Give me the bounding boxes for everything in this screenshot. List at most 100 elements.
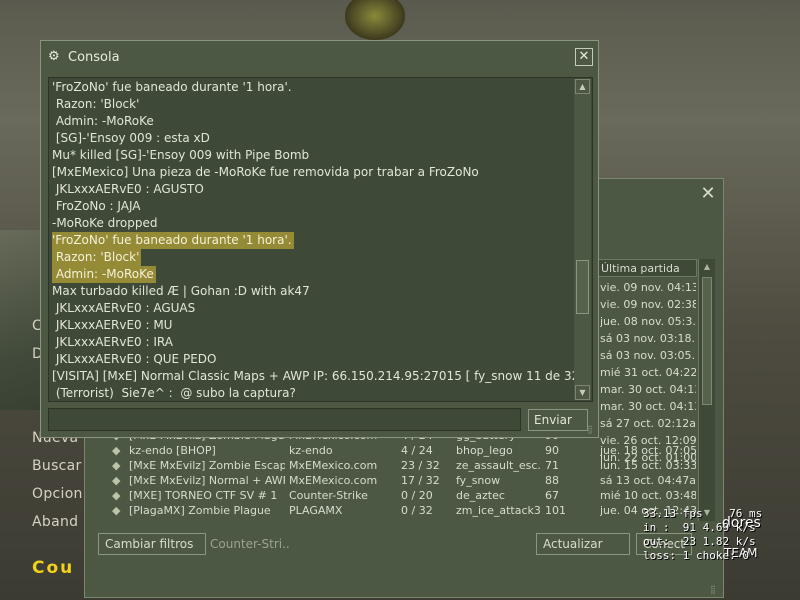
server-latency: 90 — [545, 444, 559, 457]
menu-item-find-servers[interactable]: Buscar — [32, 458, 82, 474]
console-scroll-up-icon[interactable]: ▲ — [575, 79, 590, 94]
last-played-cell[interactable]: vie. 09 nov. 02:38... — [600, 296, 696, 313]
server-players: 4 / 24 — [401, 444, 433, 457]
console-line: JKLxxxAERvE0 : QUE PEDO — [52, 352, 217, 366]
console-command-input[interactable] — [48, 408, 521, 431]
server-players: 17 / 32 — [401, 474, 440, 487]
browser-close-icon[interactable]: ✕ — [698, 184, 718, 204]
browser-resize-grip-icon[interactable]: ⣿ — [710, 585, 716, 594]
console-line: Razon: 'Block' — [52, 249, 572, 266]
server-map: fy_snow — [456, 474, 501, 487]
favorite-icon: ◆ — [112, 489, 121, 502]
send-button[interactable]: Enviar — [528, 409, 588, 431]
net-graph-loss: loss: 1 choke: 0 — [643, 549, 749, 562]
last-played-cell[interactable]: sá 03 nov. 03:05... — [600, 347, 696, 364]
net-graph-in: in : 91 4.69 k/s — [643, 521, 756, 534]
server-name: kz-endo [BHOP] — [129, 444, 216, 457]
scroll-up-icon[interactable]: ▲ — [699, 259, 715, 275]
server-players: 0 / 32 — [401, 504, 433, 517]
server-latency: 88 — [545, 474, 559, 487]
server-last: sá 13 oct. 04:47a... — [600, 474, 696, 487]
last-played-cell[interactable]: mar. 30 oct. 04:13... — [600, 381, 696, 398]
filter-game-label: Counter-Stri.. — [210, 537, 290, 551]
server-row[interactable]: ◆ [MXE] TORNEO CTF SV # 1 Counter-Strike 0 … — [108, 488, 698, 503]
menu-item-quit[interactable]: Aband — [32, 514, 78, 530]
server-latency: 71 — [545, 459, 559, 472]
browser-scrollbar[interactable]: ▲ ▼ — [698, 259, 715, 521]
server-game: MxEMexico.com — [289, 459, 378, 472]
console-close-icon[interactable]: ✕ — [575, 48, 593, 66]
server-map: zm_ice_attack3 — [456, 504, 541, 517]
console-line: [MxEMexico] Una pieza de -MoRoKe fue rem… — [52, 165, 479, 179]
console-line: FroZoNo : JAJA — [52, 199, 141, 213]
console-line: [VISITA] [MxE] Normal Classic Maps + AWP… — [52, 369, 588, 383]
server-row[interactable]: ◆ [PlagaMX] Zombie Plague PLAGAMX 0 / 32 zm_… — [108, 503, 698, 518]
last-played-cell[interactable]: vie. 09 nov. 04:13... — [600, 279, 696, 296]
server-last: mié 10 oct. 03:48a... — [600, 489, 696, 502]
last-played-cell[interactable]: sá 03 nov. 03:18... — [600, 330, 696, 347]
console-line: [SG]-'Ensoy 009 : esta xD — [52, 131, 210, 145]
console-window: ⚙ Consola ✕ 'FroZoNo' fue baneado durant… — [40, 40, 599, 438]
server-latency: 101 — [545, 504, 566, 517]
change-filters-button[interactable]: Cambiar filtros — [98, 533, 206, 555]
console-line: Max turbado killed Æ | Gohan :D with ak4… — [52, 284, 310, 298]
console-line-highlighted: Razon: 'Block' — [52, 249, 142, 266]
last-played-cell[interactable]: mar. 30 oct. 04:13... — [600, 398, 696, 415]
server-game: Counter-Strike — [289, 489, 368, 502]
favorite-icon: ◆ — [112, 459, 121, 472]
server-players: 23 / 32 — [401, 459, 440, 472]
server-list: ◆[MxE MxEvilz] Zombie Plague | TodasMxEM… — [108, 428, 698, 518]
server-map: de_aztec — [456, 489, 505, 502]
server-players: 0 / 20 — [401, 489, 433, 502]
console-output[interactable]: 'FroZoNo' fue baneado durante '1 hora'. … — [48, 77, 593, 402]
server-last: jue. 18 oct. 07:05... — [600, 444, 696, 457]
server-game: PLAGAMX — [289, 504, 343, 517]
net-graph-out: out: 23 1.82 k/s — [643, 535, 756, 548]
menu-item-options[interactable]: Opcion — [32, 486, 83, 502]
refresh-button[interactable]: Actualizar — [536, 533, 630, 555]
favorite-icon: ◆ — [112, 444, 121, 457]
column-header-last-played[interactable]: Última partida — [596, 259, 697, 277]
last-played-cell[interactable]: mié 31 oct. 04:22a... — [600, 364, 696, 381]
console-lines: 'FroZoNo' fue baneado durante '1 hora'. … — [52, 79, 588, 401]
server-game: MxEMexico.com — [289, 474, 378, 487]
console-resize-grip-icon[interactable]: ⣿ — [587, 425, 593, 434]
server-name: [MxE MxEvilz] Zombie Escape ... — [129, 459, 285, 472]
server-row[interactable]: ◆ [MxE MxEvilz] Normal + AWP ... MxEMexico… — [108, 473, 698, 488]
server-name: [PlagaMX] Zombie Plague — [129, 504, 271, 517]
console-line: JKLxxxAERvE0 : IRA — [52, 335, 173, 349]
console-titlebar[interactable]: ⚙ Consola ✕ — [41, 41, 598, 73]
console-title: Consola — [68, 50, 120, 65]
console-line: Mu* killed [SG]-'Ensoy 009 with Pipe Bom… — [52, 148, 310, 162]
favorite-icon: ◆ — [112, 504, 121, 517]
server-name: [MXE] TORNEO CTF SV # 1 — [129, 489, 278, 502]
steam-icon: ⚙ — [48, 49, 60, 64]
net-graph: 33.13 fps 76 ms in : 91 4.69 k/s out: 23 1… — [643, 507, 762, 563]
console-scroll-thumb[interactable] — [576, 260, 589, 314]
console-scrollbar[interactable]: ▲ ▼ — [574, 79, 591, 400]
server-latency: 67 — [545, 489, 559, 502]
net-graph-fps: 33.13 fps 76 ms — [643, 507, 763, 520]
console-line: (Terrorist) Sie7e^ : @ subo la captura? — [52, 386, 296, 400]
console-line: Admin: -MoRoKe — [52, 114, 154, 128]
server-game: kz-endo — [289, 444, 333, 457]
server-row[interactable]: ◆ [MxE MxEvilz] Zombie Escape ... MxEMexic… — [108, 458, 698, 473]
console-line-highlighted: 'FroZoNo' fue baneado durante '1 hora'. — [52, 232, 294, 249]
console-line: JKLxxxAERvE0 : AGUAS — [52, 301, 196, 315]
server-name: [MxE MxEvilz] Normal + AWP ... — [129, 474, 285, 487]
console-line: 'FroZoNo' fue baneado durante '1 hora'. — [52, 232, 572, 249]
console-line: 'FroZoNo' fue baneado durante '1 hora'. — [52, 80, 292, 94]
game-logo: Cou — [32, 558, 75, 578]
server-map: ze_assault_esc... — [456, 459, 542, 472]
server-last: lun. 15 oct. 03:33... — [600, 459, 696, 472]
console-line-highlighted: Admin: -MoRoKe — [52, 266, 156, 283]
console-line: -MoRoKe dropped — [52, 216, 158, 230]
console-line: Razon: 'Block' — [52, 97, 140, 111]
scroll-thumb[interactable] — [702, 277, 712, 405]
console-scroll-down-icon[interactable]: ▼ — [575, 385, 590, 400]
last-played-cell[interactable]: jue. 08 nov. 05:3... — [600, 313, 696, 330]
server-row[interactable]: ◆ kz-endo [BHOP] kz-endo 4 / 24 bhop_lego 90 j… — [108, 443, 698, 458]
favorite-icon: ◆ — [112, 474, 121, 487]
console-line: JKLxxxAERvE0 : AGUSTO — [52, 182, 204, 196]
console-line: Admin: -MoRoKe — [52, 266, 572, 283]
